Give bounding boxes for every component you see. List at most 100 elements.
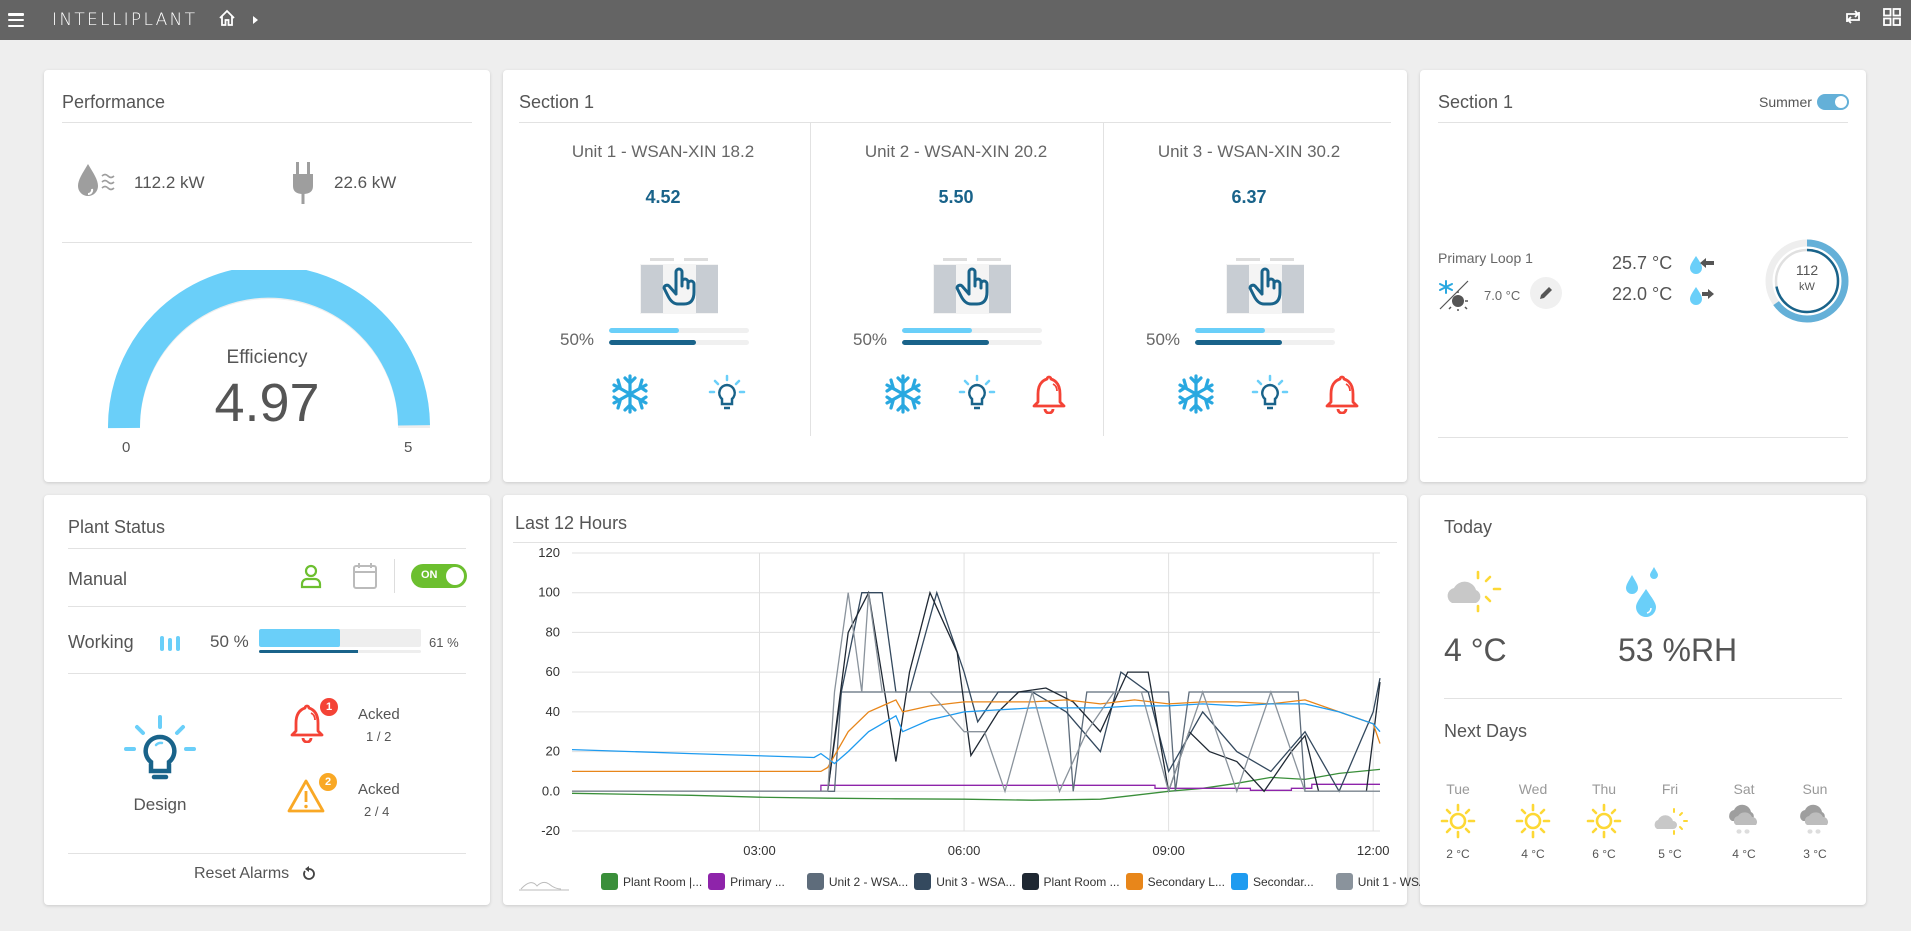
unit-machine-button[interactable] <box>1226 258 1304 314</box>
divider <box>62 242 472 243</box>
alarm-acked-count: 1 / 2 <box>366 729 392 744</box>
lightbulb-icon[interactable] <box>707 374 747 419</box>
legend-swatch <box>1021 873 1039 890</box>
forecast-day-name: Thu <box>1591 781 1617 797</box>
working-icon <box>159 634 183 657</box>
card-title: Plant Status <box>68 517 166 537</box>
series-line-2[interactable] <box>572 691 1380 792</box>
weather-card: Today 4 °C 53 %RH Next Days Tue 2 °C Wed 4 … <box>1420 495 1866 905</box>
reset-alarms-label: Reset Alarms <box>194 865 290 882</box>
loop-name: Primary Loop 1 <box>1438 250 1533 266</box>
unit-name: Unit 3 - WSAN-XIN 30.2 <box>1157 142 1341 161</box>
lightbulb-icon[interactable] <box>1250 374 1290 419</box>
legend-item[interactable]: Secondary L... <box>1125 873 1225 890</box>
lightbulb-icon[interactable] <box>957 374 997 419</box>
unit-name: Unit 2 - WSAN-XIN 20.2 <box>864 142 1048 161</box>
unit-machine-button[interactable] <box>933 258 1011 314</box>
design-label: Design <box>133 795 187 814</box>
section-loop-card: Section 1 Summer Primary Loop 1 7.0 °C 2… <box>1420 70 1866 482</box>
series-line-6[interactable] <box>571 703 1381 765</box>
chart-title: Last 12 Hours <box>515 513 628 533</box>
unit-load-bar <box>902 328 1042 333</box>
reset-icon <box>303 866 315 880</box>
section-units-card: Section 1 Unit 1 - WSAN-XIN 18.2 4.52 50… <box>503 70 1407 482</box>
divider <box>68 548 466 549</box>
edit-setpoint-button[interactable] <box>1530 277 1562 309</box>
return-temp: 25.7 °C <box>1612 253 1673 273</box>
forecast-day: Sat 4 °C <box>1714 781 1774 861</box>
forecast-day-name: Fri <box>1661 781 1679 797</box>
forecast-day: Fri 5 °C <box>1640 781 1700 861</box>
season-label: Summer <box>1759 94 1812 110</box>
forecast-sun-icon <box>1440 803 1476 839</box>
forecast-day-name: Tue <box>1446 781 1470 797</box>
performance-card: Performance 112.2 kW 22.6 kW Efficiency … <box>44 70 490 482</box>
snowflake-icon[interactable] <box>611 374 649 419</box>
card-title: Section 1 <box>1438 92 1514 112</box>
warning-acked-label: Acked <box>358 781 400 798</box>
chart-navigator-icon[interactable] <box>517 876 571 897</box>
forecast-day: Wed 4 °C <box>1503 781 1563 861</box>
forecast-temp: 4 °C <box>1732 847 1756 861</box>
unit-load-percent: 50% <box>853 330 888 349</box>
legend-swatch <box>601 873 618 890</box>
manual-user-icon[interactable] <box>299 563 323 596</box>
forecast-sun-icon <box>1586 803 1622 839</box>
divider <box>68 673 466 674</box>
y-tick-label: 100 <box>538 585 560 600</box>
forecast-snow-cloud-icon <box>1797 803 1833 839</box>
forecast-temp: 6 °C <box>1592 847 1616 861</box>
x-tick-label: 12:00 <box>1357 843 1390 855</box>
water-in-icon <box>1688 252 1716 281</box>
divider <box>1438 122 1848 123</box>
line-chart[interactable]: 120 100 80 60 40 20 0.0 -20 03:00 06:00 09:00 12:00 <box>503 545 1407 855</box>
working-percent-secondary: 61 % <box>429 635 459 650</box>
humidity-drops-icon <box>1624 565 1664 626</box>
unit-machine-button[interactable] <box>640 258 718 314</box>
divider <box>394 559 395 593</box>
y-tick-label: -20 <box>541 823 560 838</box>
toggle-label: ON <box>421 569 438 581</box>
forecast-temp: 5 °C <box>1658 847 1682 861</box>
forecast-temp: 4 °C <box>1521 847 1545 861</box>
legend-label: Plant Room |... <box>623 874 703 889</box>
legend-label: Plant Room ... <box>1043 874 1120 889</box>
legend-item[interactable]: Primary ... <box>708 873 785 890</box>
gauge-max: 5 <box>404 439 413 456</box>
breadcrumb-chevron-icon[interactable] <box>253 16 259 24</box>
legend-item[interactable]: Unit 2 - WSA... <box>806 873 908 890</box>
divider <box>62 122 472 123</box>
divider <box>68 853 466 854</box>
design-lightbulb-icon <box>122 713 198 794</box>
forecast-day-name: Wed <box>1518 781 1548 797</box>
season-toggle[interactable] <box>1817 94 1849 110</box>
card-title: Performance <box>62 92 166 112</box>
partly-cloudy-icon <box>1444 569 1504 620</box>
legend-item[interactable]: Unit 3 - WSA... <box>914 873 1016 890</box>
plug-icon <box>291 160 315 211</box>
legend-item[interactable]: Plant Room |... <box>601 873 702 890</box>
sync-icon[interactable] <box>1843 9 1863 30</box>
menu-icon[interactable] <box>8 13 24 27</box>
home-icon[interactable] <box>217 8 237 33</box>
grid-view-icon[interactable] <box>1883 8 1901 31</box>
plant-on-toggle[interactable]: ON <box>411 564 467 588</box>
legend-item[interactable]: Plant Room ... <box>1021 873 1120 890</box>
y-tick-label: 60 <box>546 664 560 679</box>
schedule-calendar-icon[interactable] <box>352 561 378 596</box>
setpoint-value: 7.0 °C <box>1484 288 1521 303</box>
unit-panel: Unit 1 - WSAN-XIN 18.2 4.52 50% <box>517 70 809 482</box>
legend-item[interactable]: Secondar... <box>1230 873 1314 890</box>
app-logo: INTELLIPLANT <box>52 10 198 30</box>
legend-label: Secondary L... <box>1147 874 1225 889</box>
unit-efficiency-value: 4.52 <box>645 187 681 207</box>
snowflake-icon[interactable] <box>884 374 922 419</box>
snowflake-icon[interactable] <box>1177 374 1215 419</box>
reset-alarms-button[interactable]: Reset Alarms <box>194 865 317 883</box>
alarm-bell-icon[interactable] <box>1030 374 1068 419</box>
forecast-temp: 3 °C <box>1803 847 1827 861</box>
unit-efficiency-value: 6.37 <box>1231 187 1267 207</box>
alarm-bell-icon[interactable] <box>1323 374 1361 419</box>
unit-load-percent: 50% <box>560 330 595 349</box>
forecast-sun-icon <box>1515 803 1551 839</box>
